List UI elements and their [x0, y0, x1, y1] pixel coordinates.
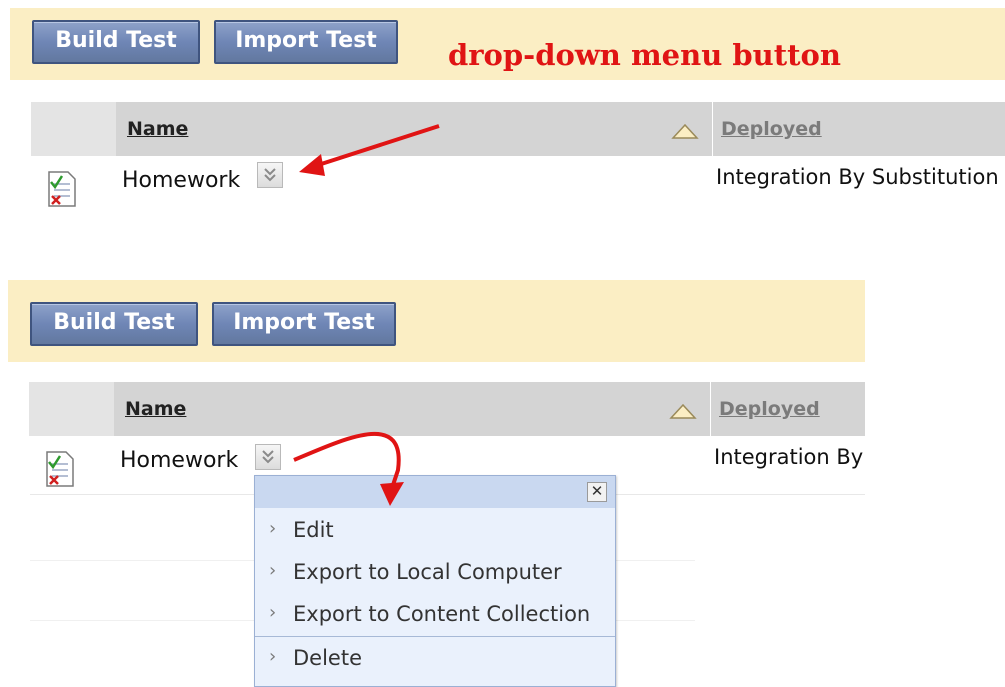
menu-separator: [255, 636, 615, 637]
menu-item-label: Export to Local Computer: [293, 560, 562, 584]
red-arrow: [299, 124, 440, 176]
header-icon-cell: [31, 102, 116, 156]
import-test-button[interactable]: Import Test: [212, 302, 396, 346]
column-header-name[interactable]: Name: [125, 398, 186, 420]
column-header-deployed[interactable]: Deployed: [721, 118, 822, 140]
table-row-name[interactable]: Homework: [122, 168, 240, 193]
bottom-panel: Build Test Import Test Name Deployed Hom…: [0, 280, 870, 687]
chevron-down-icon: [262, 450, 274, 464]
header-icon-cell: [29, 382, 114, 436]
column-header-name[interactable]: Name: [127, 118, 188, 140]
table-header: Name Deployed: [31, 102, 1005, 156]
header-divider: [712, 102, 713, 156]
dropdown-menu-button[interactable]: [255, 444, 281, 470]
chevron-right-icon: ›: [269, 646, 277, 667]
import-test-button[interactable]: Import Test: [214, 20, 398, 64]
table-row-deployed: Integration By Substitution: [716, 165, 999, 189]
dropdown-menu-button[interactable]: [257, 162, 283, 188]
annotation-label: drop-down menu button: [448, 38, 841, 72]
table-header: Name Deployed: [29, 382, 865, 436]
table-row-deployed: Integration By: [714, 445, 864, 469]
chevron-down-icon: [264, 168, 276, 182]
menu-item-label: Export to Content Collection: [293, 602, 591, 626]
red-arrow: [293, 431, 404, 506]
test-file-icon: [46, 451, 74, 487]
top-panel: Build Test Import Test drop-down menu bu…: [0, 0, 1005, 230]
header-divider: [710, 382, 711, 436]
sort-ascending-icon[interactable]: [671, 122, 699, 140]
chevron-right-icon: ›: [269, 560, 277, 581]
chevron-right-icon: ›: [269, 518, 277, 539]
sort-ascending-icon[interactable]: [669, 402, 697, 420]
build-test-button[interactable]: Build Test: [30, 302, 198, 346]
table-row-name[interactable]: Homework: [120, 448, 238, 473]
test-file-icon: [48, 171, 76, 207]
menu-item-label: Delete: [293, 646, 362, 670]
column-header-deployed[interactable]: Deployed: [719, 398, 820, 420]
build-test-button[interactable]: Build Test: [32, 20, 200, 64]
close-icon[interactable]: ✕: [587, 482, 607, 502]
chevron-right-icon: ›: [269, 602, 277, 623]
